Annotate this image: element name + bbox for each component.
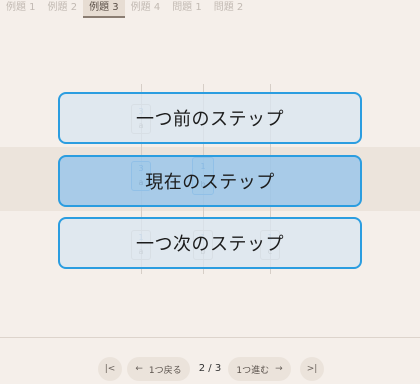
footer-divider [0,337,420,338]
last-step-button[interactable]: >| [300,357,324,381]
first-step-button[interactable]: |< [98,357,122,381]
next-step-button[interactable]: 一つ次のステップ [58,217,362,269]
back-one-label: 1つ戻る [148,365,182,376]
previous-step-label: 一つ前のステップ [136,109,284,130]
current-step-label: 現在のステップ [145,172,275,193]
back-one-button[interactable]: ← 1つ戻る [127,357,190,381]
next-step-label: 一つ次のステップ [136,234,284,255]
forward-one-button[interactable]: 1つ進む → [228,357,291,381]
current-step-button[interactable]: 現在のステップ [58,155,362,207]
previous-step-button[interactable]: 一つ前のステップ [58,92,362,144]
arrow-right-icon: → [275,364,283,374]
step-navigation: |< ← 1つ戻る 2 / 3 1つ進む → >| [0,357,420,381]
arrow-left-icon: ← [135,364,143,374]
page-indicator: 2 / 3 [198,363,222,374]
skip-to-first-icon: |< [104,364,116,374]
forward-one-label: 1つ進む [236,365,270,376]
skip-to-last-icon: >| [306,364,318,374]
